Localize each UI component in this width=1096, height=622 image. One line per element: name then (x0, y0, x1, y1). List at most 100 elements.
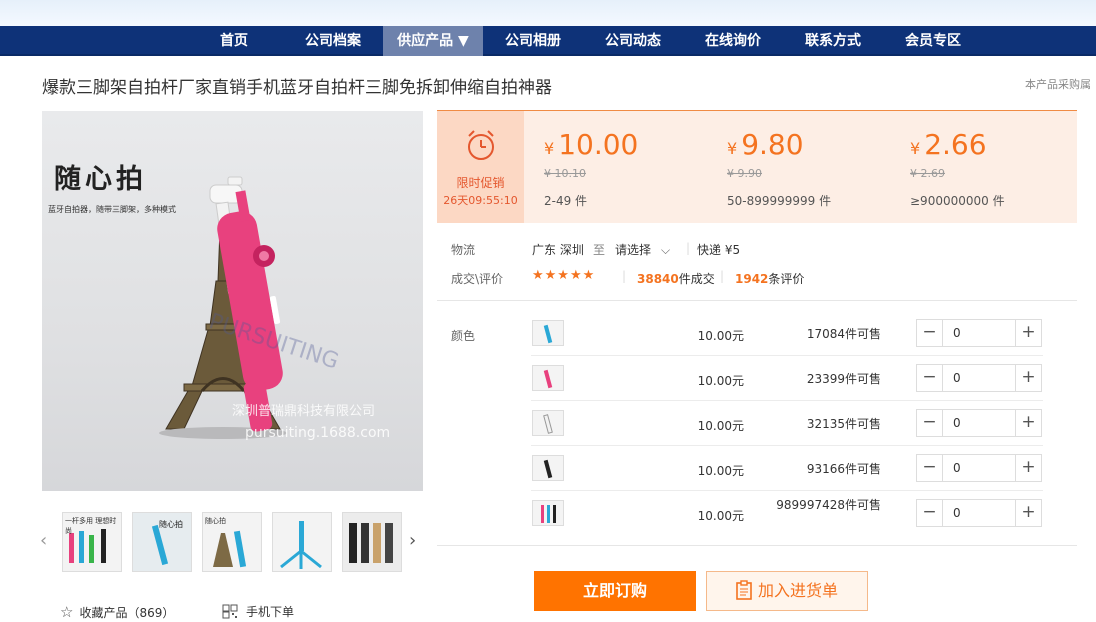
thumbnail-2[interactable]: 随心拍 (132, 512, 192, 572)
rating-stars: ★★★★★ (532, 268, 596, 283)
favorite-product-link[interactable]: ☆ 收藏产品（869） (60, 603, 174, 621)
tier-old-price: ¥ 2.69 (910, 167, 945, 180)
ship-to-word: 至 (593, 243, 606, 257)
favorite-label: 收藏产品（869） (79, 606, 175, 620)
quantity-input[interactable] (944, 365, 1015, 391)
thumbnail-caption: 随心拍 (205, 517, 226, 525)
quantity-stepper: − + (916, 364, 1042, 392)
promo-countdown: 26天09:55:10 (443, 194, 518, 207)
tier-quantity-range: 50-899999999 件 (727, 194, 832, 208)
nav-item-company-profile[interactable]: 公司档案 (288, 26, 378, 56)
thumbnail-5[interactable] (342, 512, 402, 572)
row-divider (531, 355, 1043, 356)
increase-button[interactable]: + (1015, 410, 1041, 436)
quantity-stepper: − + (916, 499, 1042, 527)
decrease-button[interactable]: − (917, 320, 943, 346)
decrease-button[interactable]: − (917, 500, 943, 526)
reviews-count-link[interactable]: 1942条评价 (735, 270, 804, 287)
section-divider (437, 545, 1077, 546)
quantity-stepper: − + (916, 409, 1042, 437)
promo-label: 限时促销 (456, 176, 505, 190)
row-divider (531, 400, 1043, 401)
top-nav: 首页 公司档案 供应产品 ▼ 公司相册 公司动态 在线询价 联系方式 会员专区 (0, 26, 1096, 56)
thumbnail-4[interactable] (272, 512, 332, 572)
promo-countdown-box: 限时促销 26天09:55:10 (437, 111, 524, 223)
sku-price: 10.00元 (697, 374, 744, 388)
thumbnails-prev-arrow-icon[interactable]: ‹ (40, 530, 47, 551)
sku-stock: 32135件可售 (806, 417, 881, 431)
deals-reviews-label: 成交\评价 (451, 272, 504, 286)
promo-price-panel: 限时促销 26天09:55:10 ¥10.00 ¥ 10.10 2-49 件 ¥… (437, 110, 1077, 223)
tier-old-price: ¥ 10.10 (544, 167, 586, 180)
increase-button[interactable]: + (1015, 365, 1041, 391)
tier-price: ¥2.66 (910, 128, 987, 161)
nav-item-members[interactable]: 会员专区 (888, 26, 978, 56)
sku-price: 10.00元 (697, 329, 744, 343)
buy-now-button[interactable]: 立即订购 (534, 571, 696, 611)
star-outline-icon: ☆ (60, 603, 74, 621)
shipping-fee: 快递 ¥5 (697, 243, 741, 257)
chevron-down-icon: ⌵ (661, 243, 671, 257)
top-banner (0, 0, 1096, 26)
ship-from: 广东 深圳 (532, 243, 584, 257)
mobile-order-link[interactable]: 手机下单 (222, 603, 294, 622)
nav-item-inquiry[interactable]: 在线询价 (688, 26, 778, 56)
decrease-button[interactable]: − (917, 455, 943, 481)
color-label: 颜色 (451, 329, 476, 343)
quantity-input[interactable] (944, 455, 1015, 481)
image-watermark-company: 深圳普瑞鼎科技有限公司 (232, 404, 376, 419)
logistics-label: 物流 (451, 243, 476, 257)
tier-old-price: ¥ 9.90 (727, 167, 762, 180)
tier-price: ¥9.80 (727, 128, 804, 161)
thumbnail-1[interactable]: 一杆多用 理想时尚 (62, 512, 122, 572)
sku-thumbnail[interactable] (532, 320, 564, 346)
sku-stock: 23399件可售 (806, 372, 881, 386)
quantity-input[interactable] (944, 410, 1015, 436)
sku-thumbnail[interactable] (532, 455, 564, 481)
image-watermark-site: pursuiting.1688.com (245, 425, 391, 441)
divider-bar: | (686, 241, 691, 255)
thumbnails-next-arrow-icon[interactable]: › (409, 530, 416, 551)
increase-button[interactable]: + (1015, 500, 1041, 526)
product-title: 爆款三脚架自拍杆厂家直销手机蓝牙自拍杆三脚免拆卸伸缩自拍神器 (42, 78, 552, 98)
alarm-clock-icon (468, 130, 494, 160)
side-note: 本产品采购属 (1025, 78, 1091, 91)
sku-thumbnail[interactable] (532, 500, 564, 526)
nav-item-news[interactable]: 公司动态 (588, 26, 678, 56)
row-divider (531, 490, 1043, 491)
sku-stock: 989997428件可售 (776, 498, 881, 512)
sku-thumbnail[interactable] (532, 365, 564, 391)
add-to-purchase-list-label: 加入进货单 (757, 581, 838, 600)
sku-stock: 93166件可售 (806, 462, 881, 476)
sku-stock: 17084件可售 (806, 327, 881, 341)
nav-item-album[interactable]: 公司相册 (488, 26, 578, 56)
main-product-image[interactable]: 随心拍 蓝牙自拍器，随带三脚架，多种模式 PURSUITING 深圳普瑞鼎科技有… (42, 111, 423, 491)
clipboard-icon (736, 576, 752, 614)
divider-bar: | (720, 269, 725, 283)
decrease-button[interactable]: − (917, 410, 943, 436)
row-divider (531, 445, 1043, 446)
quantity-input[interactable] (944, 320, 1015, 346)
increase-button[interactable]: + (1015, 455, 1041, 481)
quantity-input[interactable] (944, 500, 1015, 526)
quantity-stepper: − + (916, 319, 1042, 347)
tier-quantity-range: 2-49 件 (544, 194, 588, 208)
sku-price: 10.00元 (697, 419, 744, 433)
thumbnail-3[interactable]: 随心拍 (202, 512, 262, 572)
sku-price: 10.00元 (697, 464, 744, 478)
nav-item-products[interactable]: 供应产品 ▼ (383, 26, 483, 56)
quantity-stepper: − + (916, 454, 1042, 482)
nav-item-contact[interactable]: 联系方式 (788, 26, 878, 56)
nav-item-home[interactable]: 首页 (203, 26, 265, 56)
divider-bar: | (622, 269, 627, 283)
decrease-button[interactable]: − (917, 365, 943, 391)
increase-button[interactable]: + (1015, 320, 1041, 346)
destination-select[interactable]: 请选择 ⌵ (615, 241, 670, 258)
add-to-purchase-list-button[interactable]: 加入进货单 (706, 571, 868, 611)
section-divider (437, 300, 1077, 301)
deals-count-link[interactable]: 38840件成交 (637, 270, 715, 287)
sku-thumbnail[interactable] (532, 410, 564, 436)
thumbnail-caption: 一杆多用 理想时尚 (65, 517, 117, 535)
tier-price: ¥10.00 (544, 128, 639, 161)
qr-code-icon (222, 604, 238, 622)
